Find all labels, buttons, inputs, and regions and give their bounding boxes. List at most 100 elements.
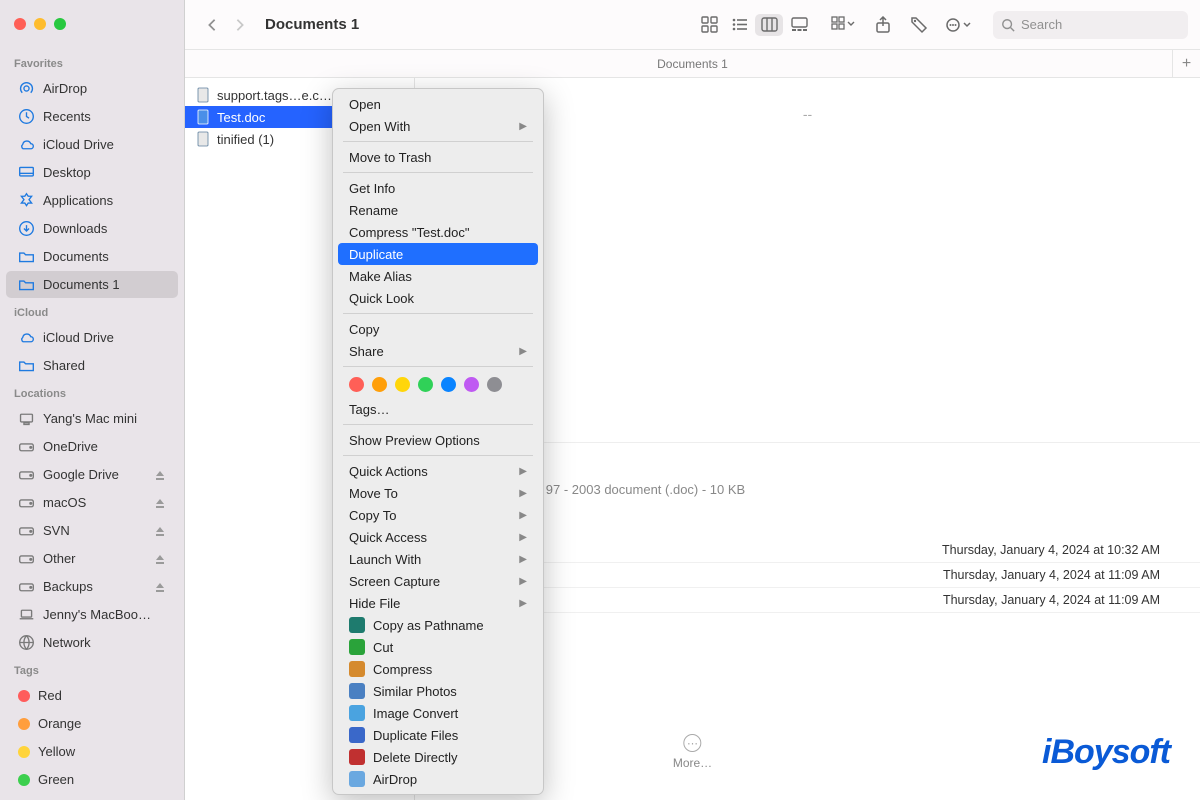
context-menu-item[interactable]: Open With▶	[333, 115, 543, 137]
eject-icon[interactable]	[154, 553, 166, 565]
path-bar[interactable]: Documents 1	[185, 50, 1200, 78]
sidebar-item[interactable]: Orange	[6, 710, 178, 737]
sidebar-item[interactable]: Green	[6, 766, 178, 793]
eject-icon[interactable]	[154, 469, 166, 481]
file-name: tinified (1)	[217, 132, 274, 147]
tag-color-swatch[interactable]	[418, 377, 433, 392]
minimize-window-button[interactable]	[34, 18, 46, 30]
context-menu-item[interactable]: Tags…	[333, 398, 543, 420]
icon-view-button[interactable]	[695, 14, 723, 36]
list-view-button[interactable]	[725, 14, 753, 36]
group-by-button[interactable]	[825, 14, 861, 36]
context-menu-item[interactable]: Duplicate	[338, 243, 538, 265]
menu-separator	[343, 172, 533, 173]
service-app-icon	[349, 727, 365, 743]
cloud-icon	[18, 329, 35, 346]
sidebar-item[interactable]: Yang's Mac mini	[6, 405, 178, 432]
eject-icon[interactable]	[154, 525, 166, 537]
back-button[interactable]	[205, 18, 219, 32]
info-value: Thursday, January 4, 2024 at 11:09 AM	[943, 593, 1160, 607]
eject-icon[interactable]	[154, 497, 166, 509]
tag-color-swatch[interactable]	[464, 377, 479, 392]
sidebar-item[interactable]: Backups	[6, 573, 178, 600]
context-menu-service-item[interactable]: Cut	[333, 636, 543, 658]
sidebar-item[interactable]: Network	[6, 629, 178, 656]
sidebar-item[interactable]: AirDrop	[6, 75, 178, 102]
more-button[interactable]: ⋯ More…	[673, 734, 712, 770]
action-menu-button[interactable]	[941, 14, 977, 36]
context-menu-item[interactable]: Compress "Test.doc"	[333, 221, 543, 243]
tag-color-swatch[interactable]	[441, 377, 456, 392]
sidebar-item[interactable]: macOS	[6, 489, 178, 516]
tag-color-swatch[interactable]	[487, 377, 502, 392]
context-menu-item[interactable]: Make Alias	[333, 265, 543, 287]
clock-icon	[18, 108, 35, 125]
context-menu-item[interactable]: Share▶	[333, 340, 543, 362]
sidebar-item[interactable]: Documents 1	[6, 271, 178, 298]
gallery-view-button[interactable]	[785, 14, 813, 36]
context-menu-item[interactable]: Quick Access▶	[333, 526, 543, 548]
context-menu-item[interactable]: Copy To▶	[333, 504, 543, 526]
context-menu-item[interactable]: Move to Trash	[333, 146, 543, 168]
context-menu-service-item[interactable]: Delete Directly	[333, 746, 543, 768]
sidebar-item[interactable]: Applications	[6, 187, 178, 214]
drive-icon	[18, 438, 35, 455]
context-menu-item[interactable]: Quick Look	[333, 287, 543, 309]
file-name: support.tags…e.c…	[217, 88, 332, 103]
sidebar-item[interactable]: SVN	[6, 517, 178, 544]
sidebar-item[interactable]: OneDrive	[6, 433, 178, 460]
context-menu-service-item[interactable]: Image Convert	[333, 702, 543, 724]
tag-color-swatch[interactable]	[372, 377, 387, 392]
airdrop-icon	[18, 80, 35, 97]
eject-icon[interactable]	[154, 581, 166, 593]
forward-button[interactable]	[233, 18, 247, 32]
column-view-button[interactable]	[755, 14, 783, 36]
share-button[interactable]	[869, 14, 897, 36]
laptop-icon	[18, 606, 35, 623]
sidebar-item[interactable]: Red	[6, 682, 178, 709]
sidebar-item[interactable]: Downloads	[6, 215, 178, 242]
context-menu-item[interactable]: Copy	[333, 318, 543, 340]
sidebar-item-label: Yang's Mac mini	[43, 411, 137, 426]
sidebar-section-header: Locations	[0, 380, 184, 404]
sidebar-item[interactable]: iCloud Drive	[6, 131, 178, 158]
sidebar-item[interactable]: Recents	[6, 103, 178, 130]
sidebar-item[interactable]: iCloud Drive	[6, 324, 178, 351]
sidebar-item[interactable]: Shared	[6, 352, 178, 379]
sidebar-item[interactable]: Google Drive	[6, 461, 178, 488]
context-menu-item[interactable]: Hide File▶	[333, 592, 543, 614]
context-menu-item[interactable]: Open	[333, 93, 543, 115]
context-menu-item[interactable]: Get Info	[333, 177, 543, 199]
context-menu-service-item[interactable]: Similar Photos	[333, 680, 543, 702]
sidebar-item[interactable]: Desktop	[6, 159, 178, 186]
context-menu-service-item[interactable]: Copy as Pathname	[333, 614, 543, 636]
context-menu-item[interactable]: Quick Actions▶	[333, 460, 543, 482]
context-menu-service-item[interactable]: Duplicate Files	[333, 724, 543, 746]
view-mode-group	[695, 14, 813, 36]
context-menu-item[interactable]: Show Preview Options	[333, 429, 543, 451]
service-app-icon	[349, 771, 365, 787]
tag-color-swatch[interactable]	[395, 377, 410, 392]
context-menu-service-item[interactable]: AirDrop	[333, 768, 543, 790]
sidebar-item[interactable]: Jenny's MacBoo…	[6, 601, 178, 628]
zoom-window-button[interactable]	[54, 18, 66, 30]
file-icon	[195, 131, 211, 147]
sidebar-section-header: Favorites	[0, 50, 184, 74]
desktop-icon	[18, 164, 35, 181]
context-menu-item[interactable]: Move To▶	[333, 482, 543, 504]
tag-color-swatch[interactable]	[349, 377, 364, 392]
sidebar-item[interactable]: Documents	[6, 243, 178, 270]
sidebar-item-label: AirDrop	[43, 81, 87, 96]
window-title: Documents 1	[265, 16, 359, 33]
search-input[interactable]: Search	[993, 11, 1188, 39]
context-menu-item[interactable]: Rename	[333, 199, 543, 221]
sidebar-item[interactable]: Yellow	[6, 738, 178, 765]
context-menu-item[interactable]: Launch With▶	[333, 548, 543, 570]
new-tab-button[interactable]: +	[1172, 50, 1200, 78]
context-menu-item[interactable]: Screen Capture▶	[333, 570, 543, 592]
sidebar-item-label: SVN	[43, 523, 70, 538]
close-window-button[interactable]	[14, 18, 26, 30]
tags-button[interactable]	[905, 14, 933, 36]
sidebar-item[interactable]: Other	[6, 545, 178, 572]
context-menu-service-item[interactable]: Compress	[333, 658, 543, 680]
